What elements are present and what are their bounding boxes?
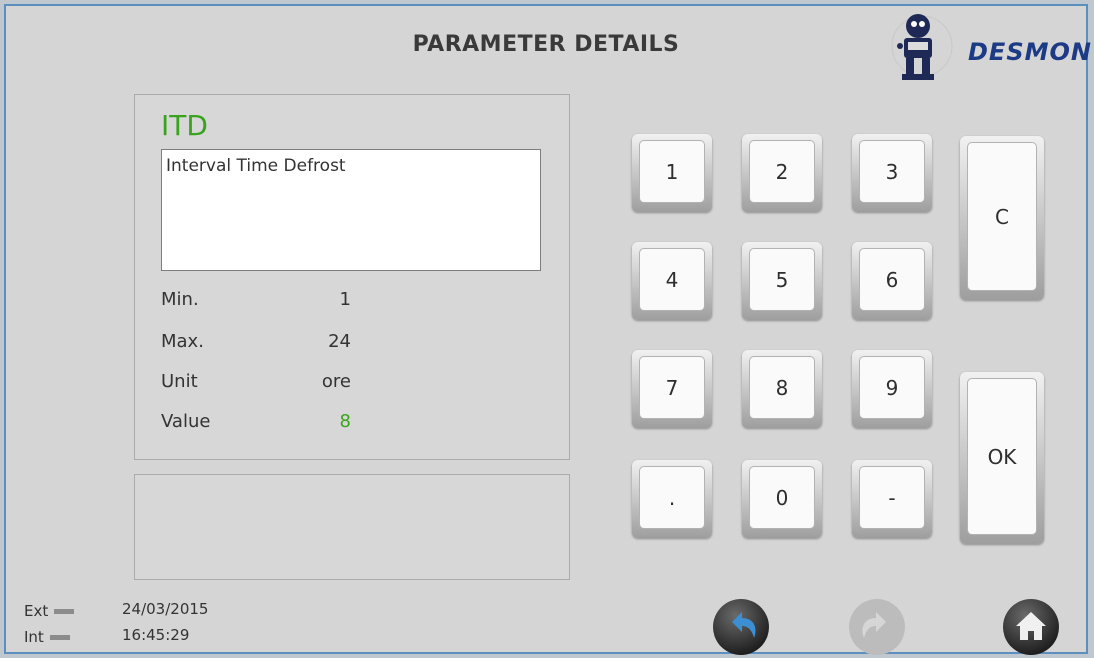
time-display: 16:45:29	[122, 626, 190, 644]
key-3[interactable]: 3	[852, 134, 932, 212]
key-5-label: 5	[749, 248, 815, 311]
int-status: Int	[24, 628, 70, 646]
ext-status: Ext	[24, 602, 75, 620]
key-2-label: 2	[749, 140, 815, 203]
key-2[interactable]: 2	[742, 134, 822, 212]
parameter-description: Interval Time Defrost	[161, 149, 541, 271]
key-dot[interactable]: .	[632, 460, 712, 538]
ext-indicator	[54, 609, 75, 614]
ok-button-label: OK	[967, 378, 1037, 535]
home-icon	[1003, 599, 1059, 655]
int-indicator	[49, 635, 70, 640]
value-label: Value	[161, 411, 211, 432]
mascot-icon	[891, 14, 953, 80]
unit-label: Unit	[161, 371, 198, 392]
key-7[interactable]: 7	[632, 350, 712, 428]
home-button[interactable]	[1002, 598, 1060, 656]
desmon-logo: DESMON	[888, 10, 1091, 88]
key-minus[interactable]: -	[852, 460, 932, 538]
min-value: 1	[339, 289, 351, 310]
undo-arrow-icon	[713, 599, 769, 655]
redo-arrow-icon	[849, 599, 905, 655]
back-button[interactable]	[712, 598, 770, 656]
parameter-code: ITD	[161, 109, 208, 142]
key-9-label: 9	[859, 356, 925, 419]
key-0[interactable]: 0	[742, 460, 822, 538]
message-panel	[134, 474, 570, 580]
int-label: Int	[24, 628, 44, 646]
key-5[interactable]: 5	[742, 242, 822, 320]
key-8-label: 8	[749, 356, 815, 419]
max-value: 24	[328, 331, 351, 352]
key-9[interactable]: 9	[852, 350, 932, 428]
key-6-label: 6	[859, 248, 925, 311]
ok-button[interactable]: OK	[960, 372, 1044, 544]
current-value: 8	[339, 411, 351, 432]
key-3-label: 3	[859, 140, 925, 203]
brand-name: DESMON	[968, 38, 1092, 66]
key-1[interactable]: 1	[632, 134, 712, 212]
key-6[interactable]: 6	[852, 242, 932, 320]
key-4-label: 4	[639, 248, 705, 311]
key-8[interactable]: 8	[742, 350, 822, 428]
min-label: Min.	[161, 289, 199, 310]
key-4[interactable]: 4	[632, 242, 712, 320]
key-minus-label: -	[859, 466, 925, 529]
clear-button-label: C	[967, 142, 1037, 291]
ext-label: Ext	[24, 602, 49, 620]
date-display: 24/03/2015	[122, 600, 209, 618]
unit-value: ore	[321, 371, 351, 392]
screen: PARAMETER DETAILS DESMON ITD Interval Ti…	[4, 4, 1091, 656]
parameter-info-panel: ITD Interval Time Defrost Min. 1 Max. 24…	[134, 94, 570, 460]
clear-button[interactable]: C	[960, 136, 1044, 300]
key-0-label: 0	[749, 466, 815, 529]
key-7-label: 7	[639, 356, 705, 419]
max-label: Max.	[161, 331, 204, 352]
key-1-label: 1	[639, 140, 705, 203]
forward-button[interactable]	[848, 598, 906, 656]
key-dot-label: .	[639, 466, 705, 529]
